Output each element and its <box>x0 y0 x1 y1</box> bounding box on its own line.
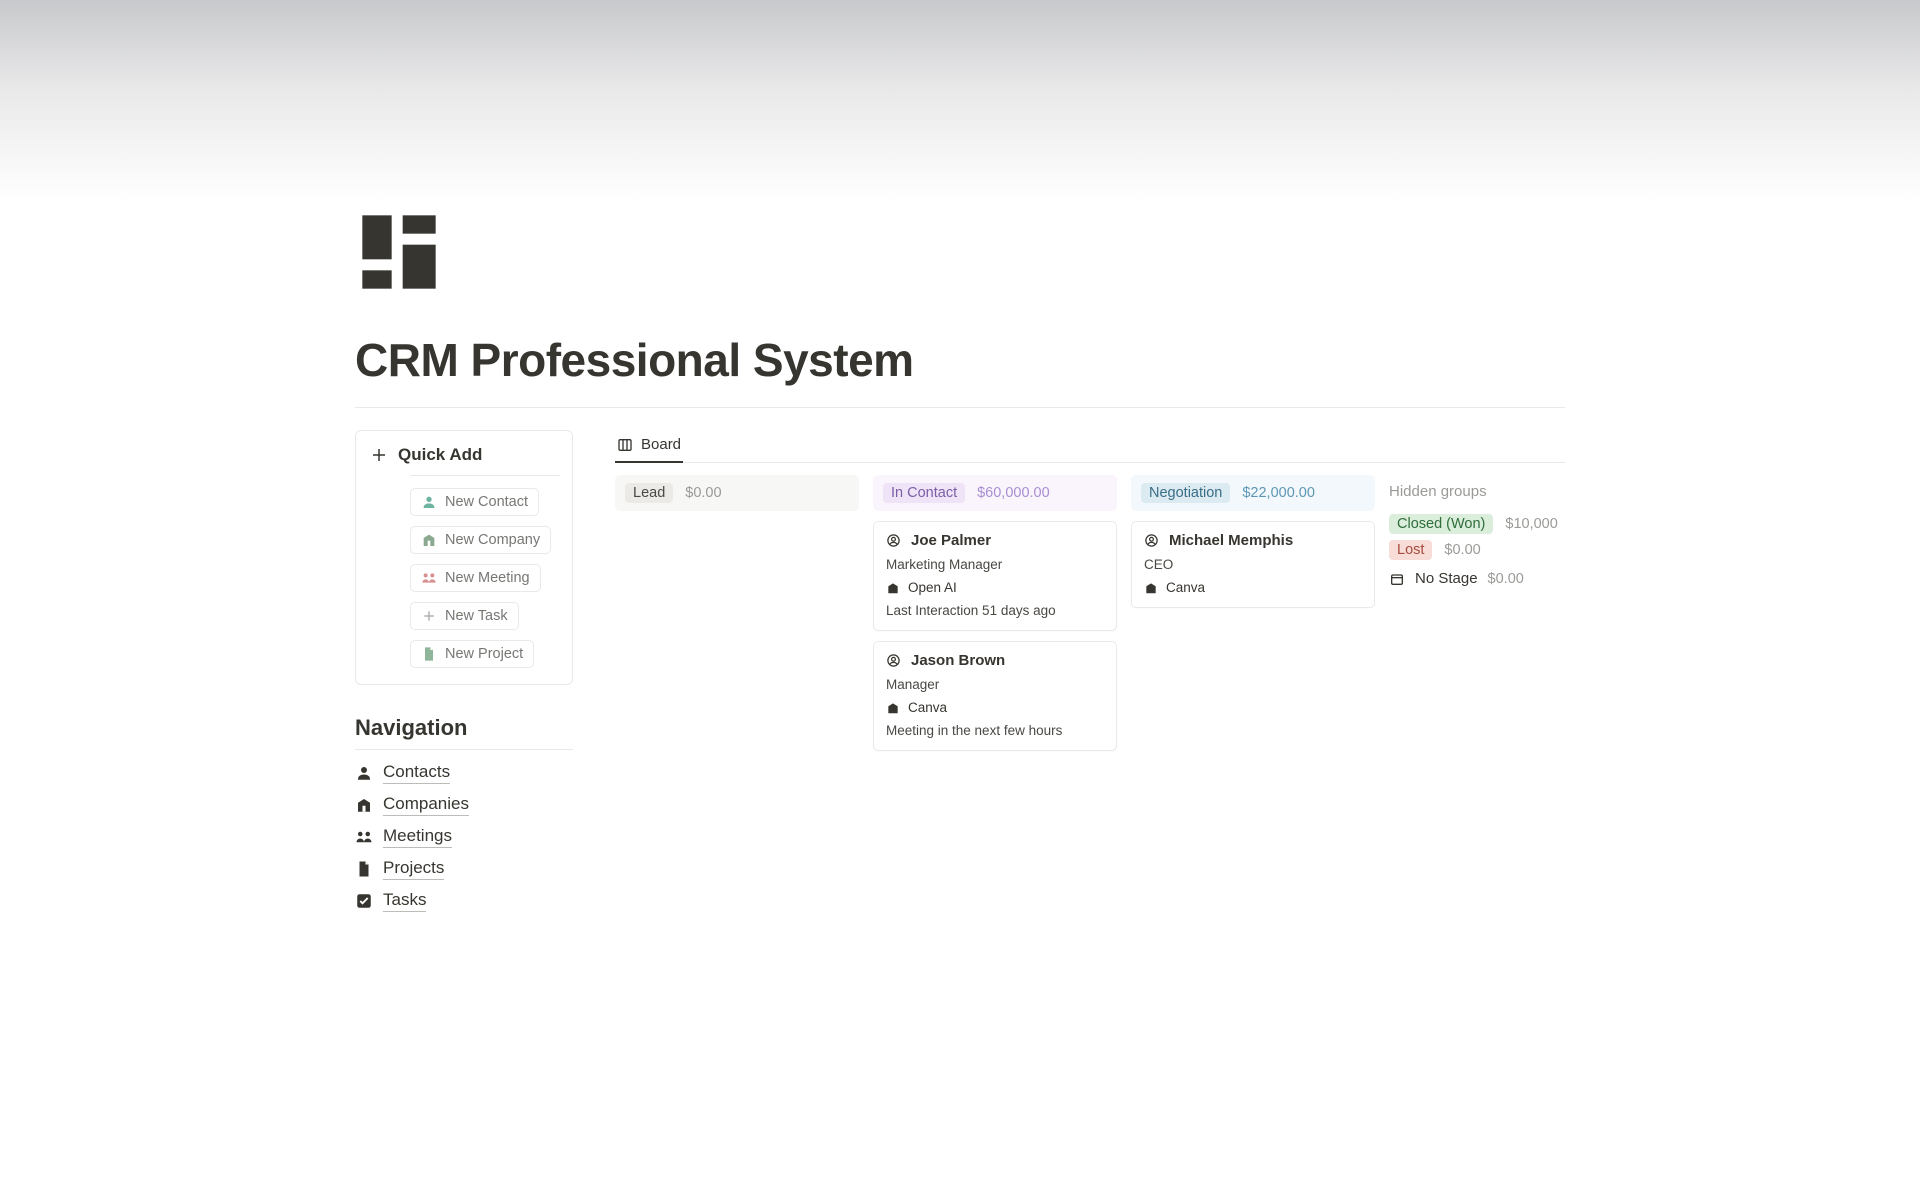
divider <box>355 407 1565 408</box>
building-icon <box>421 532 437 548</box>
tab-label: Board <box>641 436 681 453</box>
navigation-heading: Navigation <box>355 715 573 741</box>
button-label: New Project <box>445 646 523 662</box>
contact-card[interactable]: Joe Palmer Marketing Manager Open AI Las… <box>873 521 1117 631</box>
nav-tasks[interactable]: Tasks <box>355 890 573 912</box>
stage-tag: In Contact <box>883 483 965 503</box>
view-tabs: Board <box>615 430 1565 463</box>
quick-add-card: Quick Add New Contact New Company New Me… <box>355 430 573 685</box>
board-icon <box>617 437 633 453</box>
nav-label: Meetings <box>383 826 452 848</box>
hidden-groups: Hidden groups Closed (Won) $10,000 Lost … <box>1389 475 1543 587</box>
nav-label: Companies <box>383 794 469 816</box>
new-meeting-button[interactable]: New Meeting <box>410 564 541 592</box>
contact-card[interactable]: Jason Brown Manager Canva Meeting in the… <box>873 641 1117 751</box>
button-label: New Company <box>445 532 540 548</box>
contact-role: Marketing Manager <box>886 557 1104 572</box>
tab-board[interactable]: Board <box>615 430 683 463</box>
column-in-contact: In Contact $60,000.00 Joe Palmer Marketi… <box>873 475 1117 751</box>
plus-icon <box>370 446 388 464</box>
nav-label: Projects <box>383 858 444 880</box>
person-solid-icon <box>355 764 373 782</box>
stage-tag: Closed (Won) <box>1389 514 1493 534</box>
building-icon <box>355 796 373 814</box>
contact-company: Open AI <box>908 580 957 595</box>
contact-company: Canva <box>1166 580 1205 595</box>
file-icon <box>355 860 373 878</box>
nav-contacts[interactable]: Contacts <box>355 762 573 784</box>
building-icon <box>886 581 900 595</box>
contact-name: Jason Brown <box>911 652 1005 669</box>
new-task-button[interactable]: New Task <box>410 602 519 630</box>
column-negotiation: Negotiation $22,000.00 Michael Memphis C… <box>1131 475 1375 608</box>
hidden-group-won[interactable]: Closed (Won) $10,000 <box>1389 514 1543 534</box>
contact-name: Joe Palmer <box>911 532 991 549</box>
stage-amount: $0.00 <box>1488 571 1524 587</box>
stage-amount: $0.00 <box>1444 542 1480 558</box>
empty-stage-icon <box>1389 571 1405 587</box>
contact-card[interactable]: Michael Memphis CEO Canva <box>1131 521 1375 608</box>
divider <box>355 749 573 750</box>
button-label: New Task <box>445 608 508 624</box>
stage-amount: $0.00 <box>685 485 721 501</box>
new-contact-button[interactable]: New Contact <box>410 488 539 516</box>
contact-meta: Meeting in the next few hours <box>886 723 1104 738</box>
building-icon <box>886 701 900 715</box>
column-lead: Lead $0.00 <box>615 475 859 511</box>
new-company-button[interactable]: New Company <box>410 526 551 554</box>
cover-image <box>0 0 1920 200</box>
stage-amount: $22,000.00 <box>1242 485 1315 501</box>
nav-meetings[interactable]: Meetings <box>355 826 573 848</box>
stage-label: No Stage <box>1415 570 1478 587</box>
plus-icon <box>421 608 437 624</box>
stage-amount: $10,000 <box>1505 516 1557 532</box>
building-icon <box>1144 581 1158 595</box>
person-circle-icon <box>886 653 901 668</box>
button-label: New Meeting <box>445 570 530 586</box>
person-circle-icon <box>886 533 901 548</box>
page-title: CRM Professional System <box>355 333 1565 387</box>
contact-role: CEO <box>1144 557 1362 572</box>
nav-label: Tasks <box>383 890 426 912</box>
contact-meta: Last Interaction 51 days ago <box>886 603 1104 618</box>
hidden-group-lost[interactable]: Lost $0.00 <box>1389 540 1543 560</box>
stage-amount: $60,000.00 <box>977 485 1050 501</box>
nav-companies[interactable]: Companies <box>355 794 573 816</box>
person-circle-icon <box>1144 533 1159 548</box>
people-icon <box>355 828 373 846</box>
contact-role: Manager <box>886 677 1104 692</box>
divider <box>410 475 560 476</box>
column-header[interactable]: Negotiation $22,000.00 <box>1131 475 1375 511</box>
file-icon <box>421 646 437 662</box>
person-icon <box>421 494 437 510</box>
column-header[interactable]: In Contact $60,000.00 <box>873 475 1117 511</box>
contact-company: Canva <box>908 700 947 715</box>
people-icon <box>421 570 437 586</box>
quick-add-heading: Quick Add <box>398 445 482 465</box>
button-label: New Contact <box>445 494 528 510</box>
checkbox-icon <box>355 892 373 910</box>
nav-label: Contacts <box>383 762 450 784</box>
column-header[interactable]: Lead $0.00 <box>615 475 859 511</box>
stage-tag: Lead <box>625 483 673 503</box>
new-project-button[interactable]: New Project <box>410 640 534 668</box>
hidden-group-nostage[interactable]: No Stage $0.00 <box>1389 570 1543 587</box>
contact-name: Michael Memphis <box>1169 532 1293 549</box>
nav-projects[interactable]: Projects <box>355 858 573 880</box>
stage-tag: Lost <box>1389 540 1432 560</box>
hidden-heading: Hidden groups <box>1389 475 1543 508</box>
page-emoji-icon[interactable] <box>355 200 443 307</box>
stage-tag: Negotiation <box>1141 483 1230 503</box>
